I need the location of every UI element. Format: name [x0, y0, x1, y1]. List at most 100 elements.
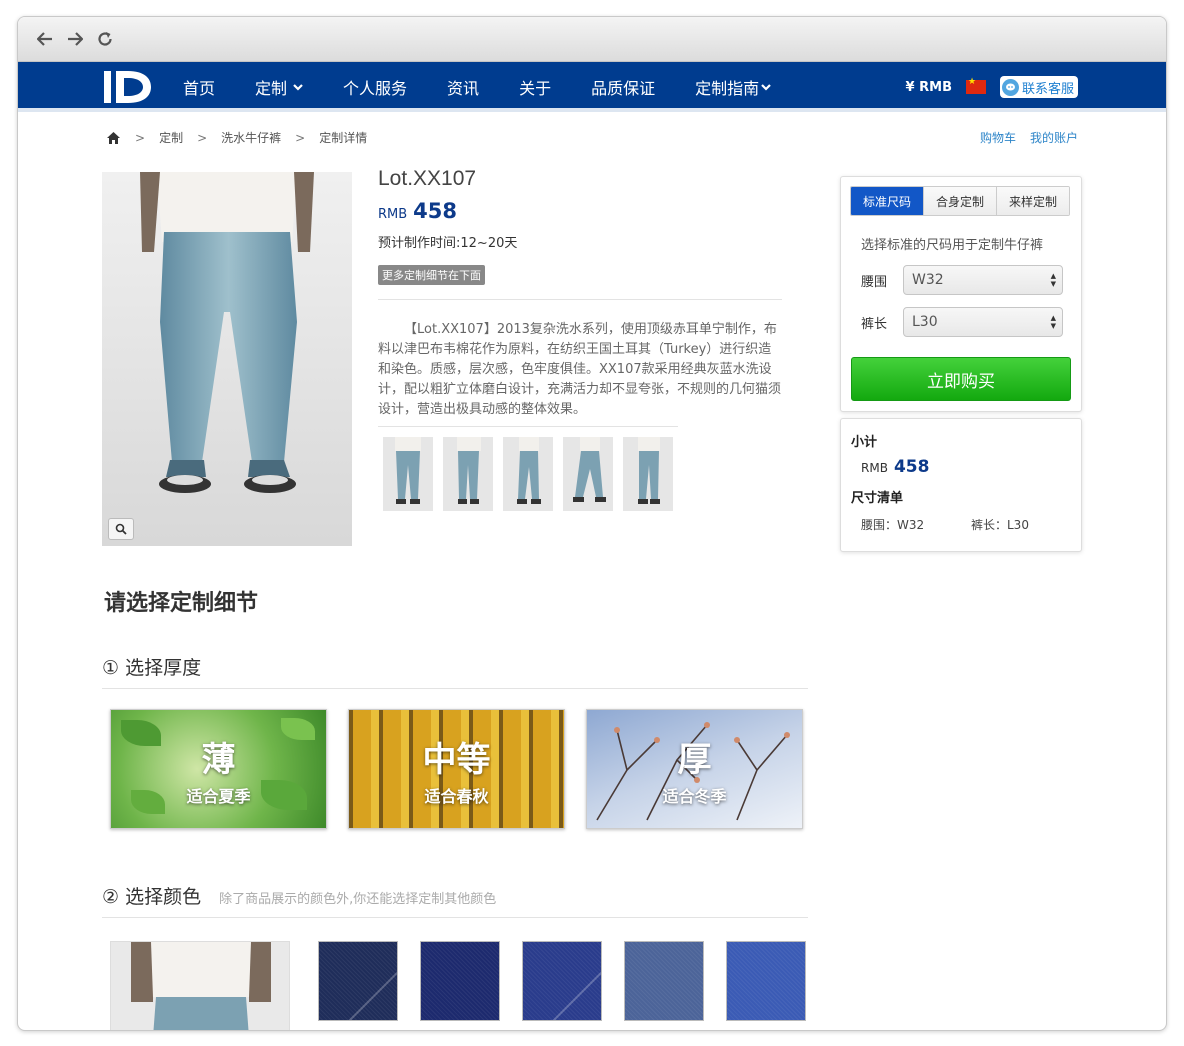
seam-line [544, 972, 601, 1020]
tab-sample-custom[interactable]: 来样定制 [997, 187, 1069, 215]
menu-item-home[interactable]: 首页 [183, 75, 215, 99]
menu-item-news[interactable]: 资讯 [447, 75, 479, 99]
color-swatch[interactable] [624, 941, 704, 1021]
product-main-image[interactable] [102, 172, 352, 546]
step-color-title: ② 选择颜色 [102, 886, 202, 908]
menu-item-custom[interactable]: 定制 [255, 75, 303, 99]
color-swatch[interactable] [318, 941, 398, 1021]
subtotal-price: RMB 458 [861, 457, 929, 477]
price-value: 458 [413, 199, 458, 223]
size-hint: 选择标准的尺码用于定制牛仔裤 [861, 238, 1044, 253]
more-details-tag[interactable]: 更多定制细节在下面 [378, 265, 485, 285]
thickness-option-medium[interactable]: 中等 适合春秋 [348, 709, 565, 829]
product-info: Lot.XX107 RMB 458 预计制作时间:12~20天 更多定制细节在下… [378, 167, 782, 511]
step-color-header: ② 选择颜色 除了商品展示的颜色外,你还能选择定制其他颜色 [102, 882, 808, 918]
product-price: RMB 458 [378, 199, 782, 223]
menu-item-about[interactable]: 关于 [519, 75, 551, 99]
thumbnail-image[interactable] [383, 437, 433, 511]
menu-item-label: 品质保证 [591, 79, 656, 98]
menu-item-label: 定制 [255, 79, 288, 98]
select-arrows-icon: ▲ ▼ [1050, 314, 1056, 330]
contact-service-button[interactable]: 联系客服 [999, 76, 1078, 98]
thumbnail-image[interactable] [623, 437, 673, 511]
china-flag-icon[interactable] [965, 77, 986, 94]
menu-item-label: 首页 [183, 79, 216, 98]
reload-icon[interactable] [94, 28, 116, 50]
top-navigation: 首页 定制 个人服务 资讯 关于 品质保证 定制指南 ¥ RMB 联系客服 [18, 62, 1166, 112]
step-thickness-header: ① 选择厚度 [102, 653, 808, 689]
cart-link[interactable]: 购物车 [980, 129, 1016, 146]
waist-select[interactable]: W32 ▲ ▼ [903, 265, 1063, 295]
buy-now-button[interactable]: 立即购买 [851, 357, 1071, 401]
step-color-hint: 除了商品展示的颜色外,你还能选择定制其他颜色 [219, 892, 497, 907]
product-title: Lot.XX107 [378, 167, 477, 190]
menu-item-label: 定制指南 [695, 79, 760, 98]
thickness-label: 中等 [422, 739, 491, 780]
thickness-season: 适合春秋 [424, 786, 489, 806]
color-swatch[interactable] [522, 941, 602, 1021]
tab-fit-custom[interactable]: 合身定制 [924, 187, 997, 215]
account-links: 购物车 我的账户 [980, 129, 1078, 146]
thickness-season: 适合冬季 [662, 786, 727, 806]
thumbnail-image[interactable] [563, 437, 613, 511]
thickness-label: 薄 [201, 739, 236, 780]
order-summary: 小计 RMB 458 尺寸清单 腰围：W32 裤长：L30 [840, 418, 1082, 552]
menu-item-quality[interactable]: 品质保证 [591, 75, 655, 99]
thumbnail-image[interactable] [443, 437, 493, 511]
menu-item-guide[interactable]: 定制指南 [695, 75, 771, 99]
chat-icon [1001, 78, 1019, 96]
menu-item-label: 个人服务 [343, 79, 408, 98]
seam-line [340, 972, 397, 1020]
color-product-image[interactable] [110, 941, 290, 1030]
waist-label: 腰围 [861, 274, 888, 290]
color-swatch[interactable] [420, 941, 500, 1021]
size-tabs: 标准尺码 合身定制 来样定制 [850, 186, 1070, 216]
breadcrumb: > 定制 > 洗水牛仔裤 > 定制详情 [106, 129, 367, 146]
nav-right: ¥ RMB 联系客服 [906, 62, 1078, 112]
chevron-down-icon [293, 84, 303, 91]
home-icon[interactable] [106, 131, 121, 145]
back-icon[interactable] [34, 28, 56, 50]
thumbnail-strip [378, 426, 678, 511]
product-description: 【Lot.XX107】2013复杂洗水系列，使用顶级赤耳单宁制作，布料以津巴布韦… [378, 322, 782, 417]
currency-selector[interactable]: ¥ RMB [906, 80, 952, 95]
browser-toolbar [18, 17, 1166, 62]
select-arrows-icon: ▲ ▼ [1050, 272, 1056, 288]
waist-value: W32 [912, 272, 944, 288]
color-swatch[interactable] [726, 941, 806, 1021]
thickness-option-thin[interactable]: 薄 适合夏季 [110, 709, 327, 829]
thumbnail-image[interactable] [503, 437, 553, 511]
thickness-season: 适合夏季 [186, 786, 251, 806]
length-value: L30 [912, 314, 938, 330]
summary-length: 裤长：L30 [971, 518, 1029, 532]
menu-item-personal-service[interactable]: 个人服务 [343, 75, 407, 99]
site-logo[interactable] [104, 71, 152, 107]
my-account-link[interactable]: 我的账户 [1030, 129, 1078, 146]
breadcrumb-separator: > [197, 130, 208, 145]
breadcrumb-item: 定制详情 [319, 131, 368, 145]
length-label: 裤长 [861, 316, 888, 332]
waist-row: 腰围 W32 ▲ ▼ [861, 265, 1063, 295]
menu-item-label: 关于 [519, 79, 552, 98]
customization-title: 请选择定制细节 [104, 591, 259, 616]
subtotal-value: 458 [893, 457, 930, 477]
zoom-icon[interactable] [108, 518, 134, 540]
browser-window: 首页 定制 个人服务 资讯 关于 品质保证 定制指南 ¥ RMB 联系客服 > … [17, 16, 1167, 1031]
chevron-down-icon [761, 84, 771, 91]
main-menu: 首页 定制 个人服务 资讯 关于 品质保证 定制指南 [183, 62, 811, 112]
subtotal-currency: RMB [861, 461, 888, 475]
thickness-label: 厚 [677, 739, 712, 780]
divider [378, 299, 782, 300]
breadcrumb-separator: > [135, 130, 146, 145]
lead-time: 预计制作时间:12~20天 [378, 236, 518, 251]
thickness-option-thick[interactable]: 厚 适合冬季 [586, 709, 803, 829]
step-thickness-title: ① 选择厚度 [102, 657, 202, 679]
forward-icon[interactable] [64, 28, 86, 50]
menu-item-label: 资讯 [447, 79, 480, 98]
length-select[interactable]: L30 ▲ ▼ [903, 307, 1063, 337]
tab-standard-size[interactable]: 标准尺码 [851, 187, 924, 215]
price-currency: RMB [378, 207, 408, 222]
size-selection-panel: 标准尺码 合身定制 来样定制 选择标准的尺码用于定制牛仔裤 腰围 W32 ▲ ▼ … [840, 176, 1082, 412]
breadcrumb-item[interactable]: 洗水牛仔裤 [221, 129, 281, 146]
breadcrumb-item[interactable]: 定制 [159, 129, 183, 146]
